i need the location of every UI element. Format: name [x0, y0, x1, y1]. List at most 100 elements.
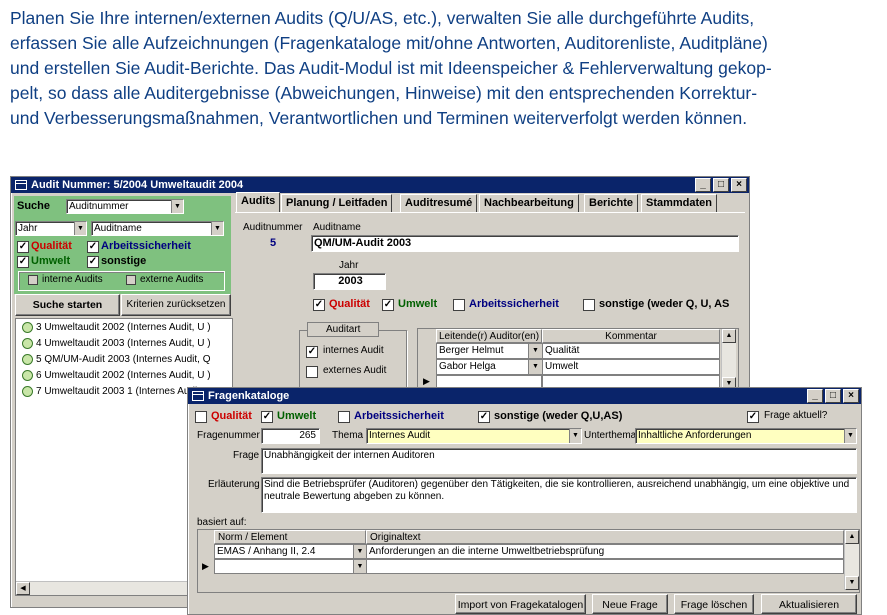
- auditname-select[interactable]: Auditname ▼: [91, 221, 224, 236]
- topic-select-value: Internes Audit: [369, 430, 431, 441]
- auditor-comment-cell[interactable]: Umwelt: [542, 359, 720, 375]
- filter-other-label: sonstige: [101, 255, 147, 267]
- auditor-name-cell[interactable]: Berger Helmut: [436, 343, 542, 359]
- chevron-down-icon[interactable]: ▼: [353, 545, 366, 558]
- tree-item[interactable]: 5 QM/UM-Audit 2003 (Internes Audit, Q: [22, 354, 211, 365]
- fragen-category-other-checkbox[interactable]: ✓: [478, 411, 490, 423]
- filter-quality-label: Qualität: [31, 240, 72, 252]
- fragen-category-quality-checkbox[interactable]: [195, 411, 207, 423]
- grid-header: Originaltext: [366, 530, 844, 544]
- auditart-external-checkbox[interactable]: [306, 366, 318, 378]
- year-select-value: Jahr: [18, 223, 38, 234]
- auditname-select-value: Auditname: [94, 223, 142, 234]
- minimize-button[interactable]: _: [807, 389, 823, 403]
- subtopic-select-value: Inhaltliche Anforderungen: [638, 430, 752, 441]
- search-field-value: Auditnummer: [69, 201, 129, 212]
- scroll-left-icon[interactable]: ◀: [16, 582, 30, 595]
- new-question-button[interactable]: Neue Frage: [592, 594, 668, 614]
- original-text-cell[interactable]: Anforderungen an die interne Umweltbetri…: [366, 544, 844, 559]
- form-icon: [192, 391, 204, 401]
- reset-criteria-button[interactable]: Kriterien zurücksetzen: [121, 294, 231, 316]
- chevron-down-icon[interactable]: ▼: [528, 360, 542, 374]
- auditname-input[interactable]: QM/UM-Audit 2003: [311, 235, 739, 252]
- filter-safety-label: Arbeitssicherheit: [101, 240, 191, 252]
- norm-cell[interactable]: EMAS / Anhang II, 2.4: [214, 544, 366, 559]
- question-number-input[interactable]: 265: [261, 428, 320, 444]
- auditor-comment-cell[interactable]: Qualität: [542, 343, 720, 359]
- topic-select[interactable]: Internes Audit ▼: [366, 428, 582, 444]
- tree-item[interactable]: 7 Umweltaudit 2003 1 (Internes Audit, U: [22, 386, 213, 397]
- tree-item[interactable]: 4 Umweltaudit 2003 (Internes Audit, U ): [22, 338, 211, 349]
- tab-auditresume[interactable]: Auditresumé: [400, 194, 478, 213]
- tree-item-label: 6 Umweltaudit 2002 (Internes Audit, U ): [36, 370, 211, 382]
- category-safety-checkbox[interactable]: [453, 299, 465, 311]
- close-button[interactable]: ×: [843, 389, 859, 403]
- chevron-down-icon[interactable]: ▼: [211, 222, 223, 235]
- external-audits-toggle[interactable]: [126, 275, 136, 285]
- based-on-grid-scrollbar[interactable]: ▲ ▼: [844, 530, 859, 590]
- tab-planung[interactable]: Planung / Leitfaden: [281, 194, 393, 213]
- intro-line: erfassen Sie alle Aufzeichnungen (Fragen…: [10, 33, 768, 53]
- fragen-category-environment-label: Umwelt: [277, 410, 317, 422]
- category-environment-label: Umwelt: [398, 298, 438, 310]
- audit-node-icon: [22, 338, 33, 349]
- filter-safety-checkbox[interactable]: ✓: [87, 241, 99, 253]
- chevron-down-icon[interactable]: ▼: [171, 200, 183, 213]
- category-quality-checkbox[interactable]: ✓: [313, 299, 325, 311]
- search-panel: Suche Auditnummer ▼ Jahr ▼ Auditname ▼ ✓…: [14, 196, 231, 294]
- audits-tab-panel: Auditnummer 5 Auditname QM/UM-Audit 2003…: [235, 212, 745, 400]
- auditor-grid-scrollbar[interactable]: ▲ ▼: [721, 329, 736, 391]
- delete-question-button[interactable]: Frage löschen: [674, 594, 754, 614]
- audit-node-icon: [22, 354, 33, 365]
- search-field-select[interactable]: Auditnummer ▼: [66, 199, 184, 214]
- year-select[interactable]: Jahr ▼: [15, 221, 87, 236]
- category-other-checkbox[interactable]: [583, 299, 595, 311]
- chevron-down-icon[interactable]: ▼: [353, 560, 366, 573]
- grid-header: Kommentar: [542, 329, 720, 343]
- auditart-internal-checkbox[interactable]: ✓: [306, 346, 318, 358]
- tree-item[interactable]: 6 Umweltaudit 2002 (Internes Audit, U ): [22, 370, 211, 381]
- filter-environment-checkbox[interactable]: ✓: [17, 256, 29, 268]
- intro-line: und erstellen Sie Audit-Berichte. Das Au…: [10, 58, 772, 78]
- scroll-up-icon[interactable]: ▲: [845, 530, 859, 544]
- import-catalog-button[interactable]: Import von Fragekatalogen: [455, 594, 586, 614]
- minimize-button[interactable]: _: [695, 178, 711, 192]
- start-search-button[interactable]: Suche starten: [15, 294, 120, 316]
- tab-audits[interactable]: Audits: [236, 192, 281, 213]
- category-environment-checkbox[interactable]: ✓: [382, 299, 394, 311]
- fragen-category-safety-checkbox[interactable]: [338, 411, 350, 423]
- fragen-window-titlebar[interactable]: Fragenkataloge _ □ ×: [188, 388, 861, 404]
- year-input[interactable]: 2003: [313, 273, 386, 290]
- norm-cell[interactable]: [214, 559, 366, 574]
- fragen-category-environment-checkbox[interactable]: ✓: [261, 411, 273, 423]
- scroll-up-icon[interactable]: ▲: [722, 329, 736, 343]
- fragen-window-title: Fragenkataloge: [208, 390, 290, 402]
- close-button[interactable]: ×: [731, 178, 747, 192]
- subtopic-label: Unterthema: [584, 430, 637, 441]
- scroll-down-icon[interactable]: ▼: [845, 576, 859, 590]
- question-input[interactable]: Unabhängigkeit der internen Auditoren: [261, 448, 857, 474]
- tab-nachbearbeitung[interactable]: Nachbearbeitung: [479, 194, 579, 213]
- question-current-checkbox[interactable]: ✓: [747, 411, 759, 423]
- subtopic-select[interactable]: Inhaltliche Anforderungen ▼: [635, 428, 857, 444]
- tree-item[interactable]: 3 Umweltaudit 2002 (Internes Audit, U ): [22, 322, 211, 333]
- maximize-button[interactable]: □: [713, 178, 729, 192]
- filter-quality-checkbox[interactable]: ✓: [17, 241, 29, 253]
- maximize-button[interactable]: □: [825, 389, 841, 403]
- tab-berichte[interactable]: Berichte: [584, 194, 639, 213]
- chevron-down-icon[interactable]: ▼: [569, 429, 581, 443]
- category-quality-label: Qualität: [329, 298, 370, 310]
- internal-audits-toggle[interactable]: [28, 275, 38, 285]
- chevron-down-icon[interactable]: ▼: [74, 222, 86, 235]
- auditor-name-cell[interactable]: Gabor Helga: [436, 359, 542, 375]
- chevron-down-icon[interactable]: ▼: [528, 344, 542, 358]
- audit-window-titlebar[interactable]: Audit Nummer: 5/2004 Umweltaudit 2004 _ …: [11, 177, 749, 193]
- filter-other-checkbox[interactable]: ✓: [87, 256, 99, 268]
- chevron-down-icon[interactable]: ▼: [844, 429, 856, 443]
- tab-stammdaten[interactable]: Stammdaten: [641, 194, 718, 213]
- explanation-input[interactable]: Sind die Betriebsprüfer (Auditoren) gege…: [261, 477, 857, 513]
- refresh-button[interactable]: Aktualisieren: [761, 594, 857, 614]
- grid-header: Norm / Element: [214, 530, 366, 544]
- internal-audits-label: interne Audits: [42, 274, 103, 285]
- original-text-cell[interactable]: [366, 559, 844, 574]
